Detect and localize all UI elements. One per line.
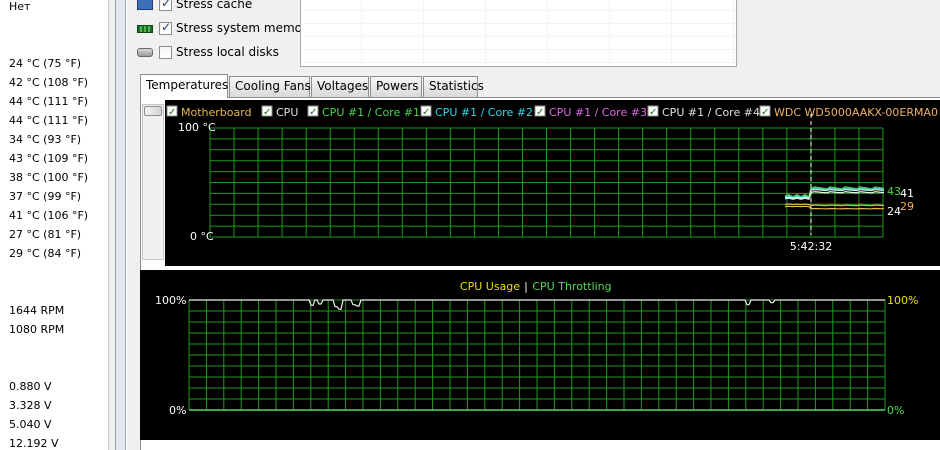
sensor-value: 38 °C (100 °F) [9, 171, 89, 184]
sensor-value: 1644 RPM [9, 304, 65, 317]
check-icon: ✓ [649, 107, 657, 118]
check-icon: ✓ [263, 107, 271, 118]
legend-label: CPU [276, 106, 298, 119]
sensor-values-panel: Нет 24 °C (75 °F) 42 °C (108 °F) 44 °C (111… [0, 0, 108, 450]
memory-module-icon [137, 25, 153, 33]
sensor-panel-scrollbar[interactable] [108, 0, 116, 450]
sensor-value: 24 °C (75 °F) [9, 57, 82, 70]
check-icon: ✓ [422, 107, 430, 118]
legend-item[interactable]: ✓ CPU [261, 105, 298, 119]
sensor-value: 44 °C (111 °F) [9, 95, 89, 108]
usage-title: CPU Usage [460, 280, 520, 293]
sensor-value: 29 °C (84 °F) [9, 247, 82, 260]
status-log-box [300, 0, 737, 67]
usage-y-top-right: 100% [887, 294, 918, 307]
legend-item[interactable]: ✓ CPU #1 / Core #3 [534, 105, 647, 119]
sensor-value: 5.040 V [9, 418, 52, 431]
status-grid-line [547, 0, 548, 66]
legend-item[interactable]: ✓ WDC WD5000AAKX-00ERMA0 [759, 105, 938, 119]
usage-y-bottom-right: 0% [887, 404, 904, 417]
y-axis-bottom-label: 0 °C [190, 230, 214, 243]
title-separator: | [524, 280, 528, 293]
stress-cache-checkbox[interactable] [159, 0, 172, 11]
check-icon: ✓ [761, 107, 769, 118]
status-grid-line [671, 0, 672, 66]
status-grid-line [423, 0, 424, 66]
stress-memory-label: Stress system memory [176, 21, 315, 35]
status-grid-line [733, 0, 734, 66]
legend-label: CPU #1 / Core #1 [322, 106, 420, 119]
legend-label: CPU #1 / Core #4 [662, 106, 760, 119]
tab-temperatures[interactable]: Temperatures [140, 74, 228, 98]
series-current-value: 29 [900, 200, 914, 213]
sensor-value: 34 °C (93 °F) [9, 133, 82, 146]
sensor-value: 27 °C (81 °F) [9, 228, 82, 241]
legend-item[interactable]: ✓ CPU #1 / Core #4 [647, 105, 760, 119]
y-axis-top-label: 100 °C [178, 121, 216, 134]
stress-disks-checkbox[interactable] [159, 45, 172, 59]
cpu-usage-chart: CPU Usage | CPU Throttling 100% 0% 100% 0% [140, 270, 940, 440]
legend-item[interactable]: ✓ CPU #1 / Core #2 [420, 105, 533, 119]
throttling-title: CPU Throttling [532, 280, 611, 293]
sensor-value: 37 °C (99 °F) [9, 190, 82, 203]
sensor-value: 41 °C (106 °F) [9, 209, 89, 222]
chart-scrollbar[interactable] [142, 104, 164, 260]
sensor-value: 42 °C (108 °F) [9, 76, 89, 89]
sensor-value: 44 °C (111 °F) [9, 114, 89, 127]
stress-disks-label: Stress local disks [176, 45, 279, 59]
tab-statistics[interactable]: Statistics [423, 76, 484, 97]
sensor-value: 12.192 V [9, 437, 59, 450]
check-icon: ✓ [536, 107, 544, 118]
sensor-value: Нет [9, 0, 31, 13]
sensor-value: 1080 RPM [9, 323, 65, 336]
legend-item[interactable]: ✓ CPU #1 / Core #1 [307, 105, 420, 119]
tab-cooling-fans[interactable]: Cooling Fans [229, 76, 311, 97]
tab-voltages[interactable]: Voltages [311, 76, 369, 97]
stress-cache-row[interactable]: Stress cache [137, 0, 252, 13]
cache-chip-icon [137, 0, 153, 10]
check-icon: ✓ [168, 107, 176, 118]
stress-cache-label: Stress cache [176, 0, 253, 11]
stress-memory-checkbox[interactable] [159, 20, 172, 35]
sensor-value: 0.880 V [9, 380, 52, 393]
series-current-value: 41 [900, 187, 914, 200]
legend-label: WDC WD5000AAKX-00ERMA0 [774, 106, 938, 119]
legend-label: Motherboard [181, 106, 252, 119]
hard-disk-icon [137, 47, 153, 57]
status-grid-line [361, 0, 362, 66]
status-grid-line [609, 0, 610, 66]
temperature-chart: ✓ Motherboard ✓ CPU ✓ CPU #1 / Core #1 ✓ CPU #1… [165, 100, 940, 266]
chart-scrollbar-thumb[interactable] [144, 106, 162, 116]
stress-memory-row[interactable]: Stress system memory [137, 19, 314, 37]
legend-item[interactable]: ✓ Motherboard [166, 105, 252, 119]
series-current-value: 24 [887, 205, 901, 218]
legend-label: CPU #1 / Core #2 [435, 106, 533, 119]
stress-test-window: Stress cache Stress system memory Stress… [127, 0, 940, 450]
status-grid-line [485, 0, 486, 66]
tab-powers[interactable]: Powers [370, 76, 422, 97]
stress-disks-row[interactable]: Stress local disks [137, 43, 279, 61]
usage-y-top-left: 100% [155, 294, 186, 307]
sensor-value: 3.328 V [9, 399, 52, 412]
series-current-value: 43 [887, 185, 901, 198]
usage-y-bottom-left: 0% [169, 404, 186, 417]
window-border [116, 0, 126, 450]
check-icon: ✓ [309, 107, 317, 118]
legend-label: CPU #1 / Core #3 [549, 106, 647, 119]
time-marker-label: 5:42:32 [790, 240, 832, 253]
sensor-value: 43 °C (109 °F) [9, 152, 89, 165]
